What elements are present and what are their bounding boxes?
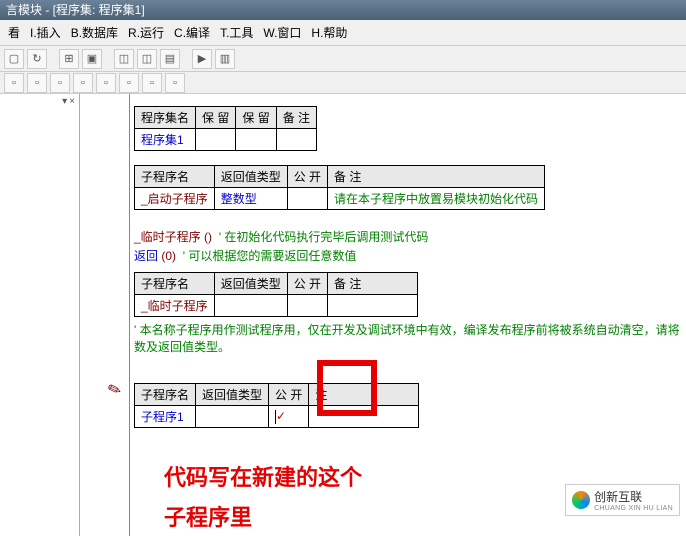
menu-window[interactable]: W.窗口 xyxy=(259,22,305,43)
toolbar2-btn-2[interactable]: ▫ xyxy=(27,73,47,93)
th-public: 公 开 xyxy=(287,273,327,295)
code-line[interactable]: _临时子程序 () ' 在初始化代码执行完毕后调用测试代码 xyxy=(134,228,686,245)
toolbar-btn-5[interactable]: ◫ xyxy=(114,49,134,69)
toolbar2-btn-3[interactable]: ▫ xyxy=(50,73,70,93)
th-return-type: 返回值类型 xyxy=(196,384,269,406)
toolbar2-btn-7[interactable]: ▫ xyxy=(142,73,162,93)
th-remark: 备 注 xyxy=(328,273,418,295)
panel-close-icon[interactable]: × xyxy=(69,96,75,107)
th-public: 公 开 xyxy=(269,384,309,406)
toolbar-btn-6[interactable]: ◫ xyxy=(137,49,157,69)
cell[interactable] xyxy=(196,129,236,151)
code-line[interactable]: 返回 (0) ' 可以根据您的需要返回任意数值 xyxy=(134,247,686,264)
code-editor[interactable]: ✎ 程序集名 保 留 保 留 备 注 程序集1 xyxy=(80,94,686,536)
th-sub-name: 子程序名 xyxy=(135,384,196,406)
gutter: ✎ xyxy=(84,94,130,536)
th-sub-name: 子程序名 xyxy=(135,166,215,188)
th-sub-name: 子程序名 xyxy=(135,273,215,295)
cell[interactable] xyxy=(236,129,276,151)
code-value: (0) xyxy=(161,249,176,263)
menu-help[interactable]: H.帮助 xyxy=(307,22,351,43)
left-panel: ▾ × xyxy=(0,94,80,536)
toolbar-btn-4[interactable]: ▣ xyxy=(82,49,102,69)
toolbar-btn-2[interactable]: ↻ xyxy=(27,49,47,69)
toolbar-btn-7[interactable]: ▤ xyxy=(160,49,180,69)
cell[interactable] xyxy=(287,295,327,317)
sub-name-cell[interactable]: _临时子程序 xyxy=(135,295,215,317)
watermark-domain: CHUANG XIN HU LIAN xyxy=(594,505,673,512)
th-assembly-name: 程序集名 xyxy=(135,107,196,129)
th-remark: 备 注 xyxy=(276,107,316,129)
toolbar-run-icon[interactable]: ▶ xyxy=(192,49,212,69)
subroutine-table-2: 子程序名 返回值类型 公 开 备 注 _临时子程序 xyxy=(134,272,418,317)
menu-view[interactable]: 看 xyxy=(4,22,24,43)
watermark-logo-icon xyxy=(572,491,590,509)
subroutine-table-3: 子程序名 返回值类型 公 开 注 子程序1 ✓ xyxy=(134,383,419,428)
toolbar-btn-3[interactable]: ⊞ xyxy=(59,49,79,69)
th-reserve1: 保 留 xyxy=(196,107,236,129)
cell[interactable] xyxy=(214,295,287,317)
menu-insert[interactable]: I.插入 xyxy=(26,22,65,43)
toolbar2-btn-1[interactable]: ▫ xyxy=(4,73,24,93)
menu-tool[interactable]: T.工具 xyxy=(216,22,257,43)
code-keyword: 返回 xyxy=(134,249,158,263)
th-remark: 备 注 xyxy=(328,166,545,188)
code-comment: ' 可以根据您的需要返回任意数值 xyxy=(183,249,357,263)
cell[interactable] xyxy=(328,295,418,317)
toolbar2-btn-4[interactable]: ▫ xyxy=(73,73,93,93)
menu-run[interactable]: R.运行 xyxy=(124,22,168,43)
sub-name-cell[interactable]: 子程序1 xyxy=(135,406,196,428)
return-type-cell[interactable] xyxy=(196,406,269,428)
public-cell[interactable]: ✓ xyxy=(269,406,309,428)
th-remark: 注 xyxy=(309,384,419,406)
assembly-name-cell[interactable]: 程序集1 xyxy=(135,129,196,151)
remark-cell[interactable]: 请在本子程序中放置易模块初始化代码 xyxy=(328,188,545,210)
toolbar2-btn-6[interactable]: ▫ xyxy=(119,73,139,93)
remark-cell[interactable] xyxy=(309,406,419,428)
cell[interactable] xyxy=(276,129,316,151)
code-call: _临时子程序 xyxy=(134,230,201,244)
panel-dropdown-icon[interactable]: ▾ xyxy=(62,96,67,107)
toolbar: ▢ ↻ ⊞ ▣ ◫ ◫ ▤ ▶ ▥ xyxy=(0,46,686,72)
window-title: 言模块 - [程序集: 程序集1] xyxy=(0,0,686,20)
arrow-marker-icon: ✎ xyxy=(105,378,124,401)
check-icon: ✓ xyxy=(276,409,286,423)
toolbar-sep xyxy=(183,49,189,69)
menu-bar: 看 I.插入 B.数据库 R.运行 C.编译 T.工具 W.窗口 H.帮助 xyxy=(0,20,686,46)
watermark: 创新互联 CHUANG XIN HU LIAN xyxy=(565,484,680,516)
toolbar-sep xyxy=(105,49,111,69)
th-return-type: 返回值类型 xyxy=(214,273,287,295)
toolbar2-btn-8[interactable]: ▫ xyxy=(165,73,185,93)
th-public: 公 开 xyxy=(287,166,327,188)
toolbar-sep xyxy=(50,49,56,69)
toolbar-btn-8[interactable]: ▥ xyxy=(215,49,235,69)
subroutine-table-1: 子程序名 返回值类型 公 开 备 注 _启动子程序 整数型 请在本子程序中放置易… xyxy=(134,165,545,210)
watermark-brand: 创新互联 xyxy=(594,488,673,505)
menu-database[interactable]: B.数据库 xyxy=(67,22,122,43)
toolbar2-btn-5[interactable]: ▫ xyxy=(96,73,116,93)
public-cell[interactable] xyxy=(287,188,327,210)
toolbar-btn-1[interactable]: ▢ xyxy=(4,49,24,69)
sub-name-cell[interactable]: _启动子程序 xyxy=(135,188,215,210)
comment-line: ' 本名称子程序用作测试程序用，仅在开发及调试环境中有效，编译发布程序前将被系统… xyxy=(134,321,686,355)
code-paren: () xyxy=(204,230,212,244)
assembly-table: 程序集名 保 留 保 留 备 注 程序集1 xyxy=(134,106,317,151)
menu-compile[interactable]: C.编译 xyxy=(170,22,214,43)
th-reserve2: 保 留 xyxy=(236,107,276,129)
toolbar-2: ▫ ▫ ▫ ▫ ▫ ▫ ▫ ▫ xyxy=(0,72,686,94)
return-type-cell[interactable]: 整数型 xyxy=(214,188,287,210)
code-comment: ' 在初始化代码执行完毕后调用测试代码 xyxy=(219,230,429,244)
th-return-type: 返回值类型 xyxy=(214,166,287,188)
